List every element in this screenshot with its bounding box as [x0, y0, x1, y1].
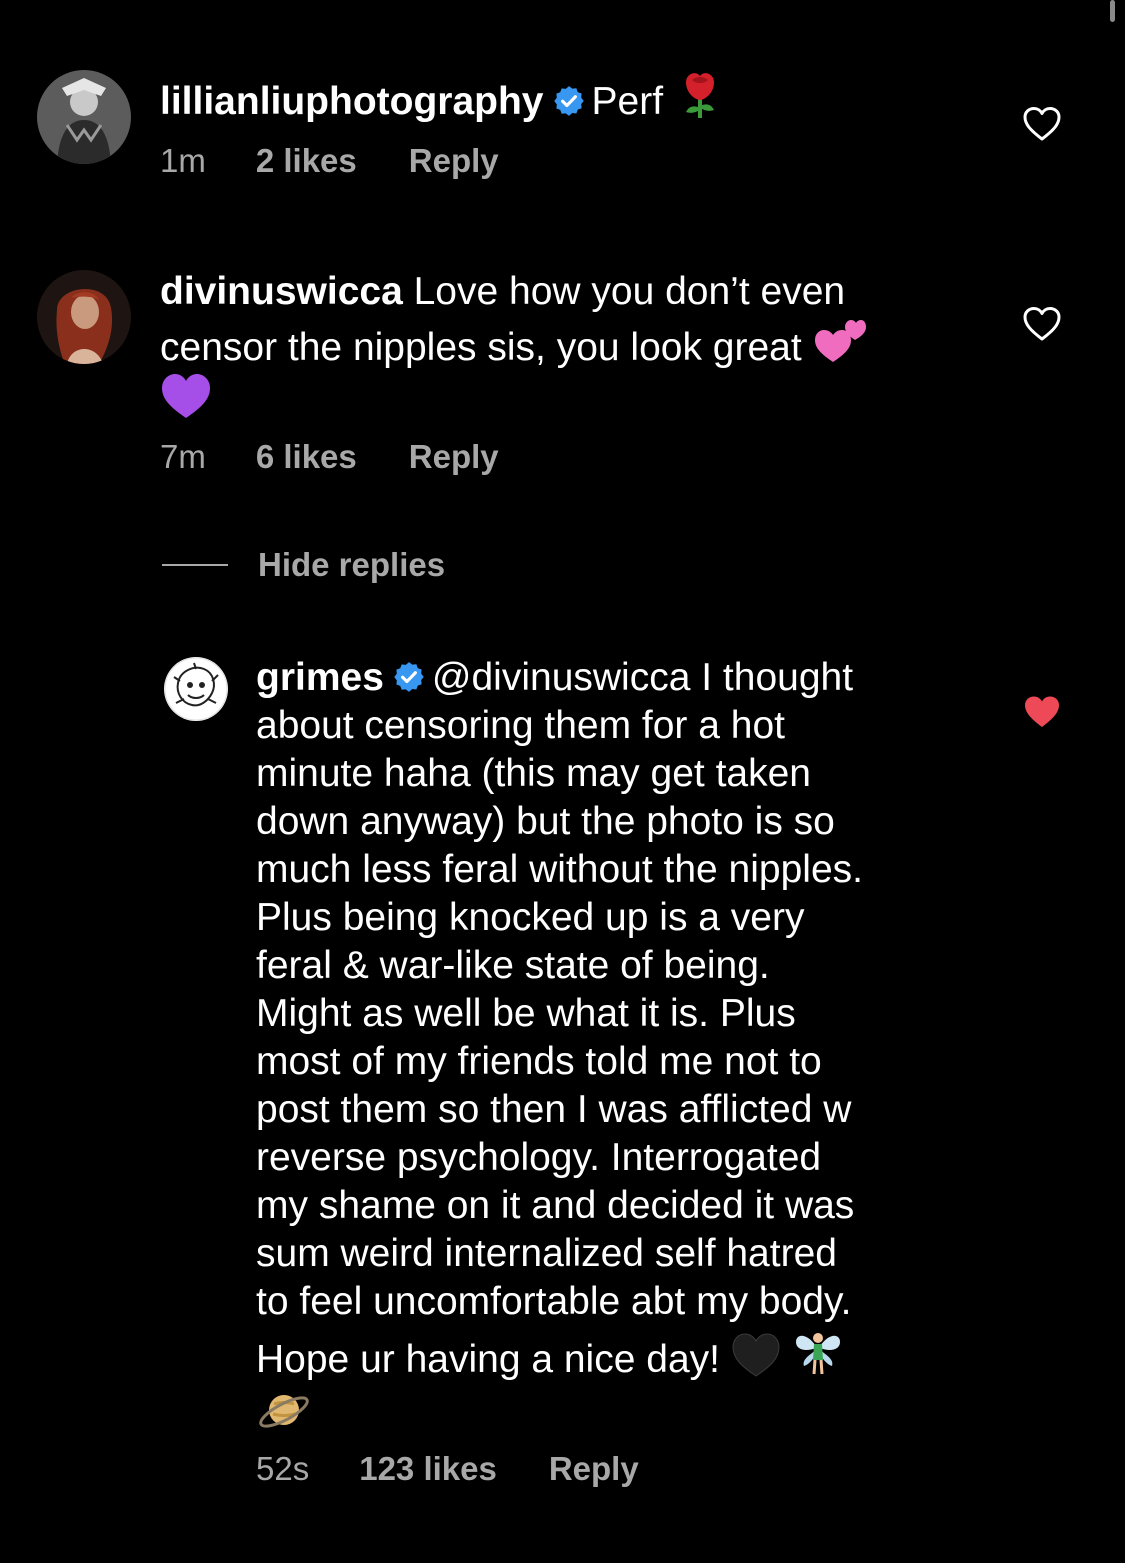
- ringed-planet-emoji-icon: [256, 1384, 312, 1436]
- avatar[interactable]: [164, 657, 228, 721]
- mention-link[interactable]: @divinuswicca: [432, 656, 691, 699]
- liked-heart-icon[interactable]: [1022, 694, 1062, 730]
- black-heart-emoji-icon: [731, 1332, 781, 1378]
- reply-text-line: Hope ur having a nice day!: [256, 1338, 731, 1381]
- fairy-emoji-icon: [792, 1326, 844, 1378]
- reply-text-line: Might as well be what it is. Plus: [256, 992, 796, 1035]
- reply-button[interactable]: Reply: [549, 1450, 639, 1488]
- verified-badge-icon: [392, 660, 426, 694]
- timestamp: 52s: [256, 1450, 310, 1487]
- reply-text-line: about censoring them for a hot: [256, 704, 785, 747]
- reply-item: grimes @divinuswicca I thought about cens…: [0, 0, 1125, 1563]
- reply-text-line: most of my friends told me not to: [256, 1040, 822, 1083]
- likes-count[interactable]: 123 likes: [359, 1450, 497, 1488]
- reply-text-line: sum weird internalized self hatred: [256, 1232, 837, 1275]
- reply-text-line: my shame on it and decided it was: [256, 1184, 855, 1227]
- reply-text-line: much less feral without the nipples.: [256, 848, 863, 891]
- username[interactable]: grimes: [256, 656, 384, 699]
- reply-text-line: down anyway) but the photo is so: [256, 800, 835, 843]
- reply-text-line: feral & war-like state of being.: [256, 944, 770, 987]
- reply-text-line: Plus being knocked up is a very: [256, 896, 805, 939]
- reply-body: grimes @divinuswicca I thought about cens…: [256, 654, 863, 1442]
- reply-text-line: I thought: [690, 656, 854, 699]
- reply-text-line: reverse psychology. Interrogated: [256, 1136, 822, 1179]
- reply-text-line: post them so then I was afflicted w: [256, 1088, 852, 1131]
- reply-text-line: to feel uncomfortable abt my body.: [256, 1280, 852, 1323]
- reply-meta: 52s 123 likes Reply: [256, 1450, 639, 1488]
- reply-text-line: minute haha (this may get taken: [256, 752, 811, 795]
